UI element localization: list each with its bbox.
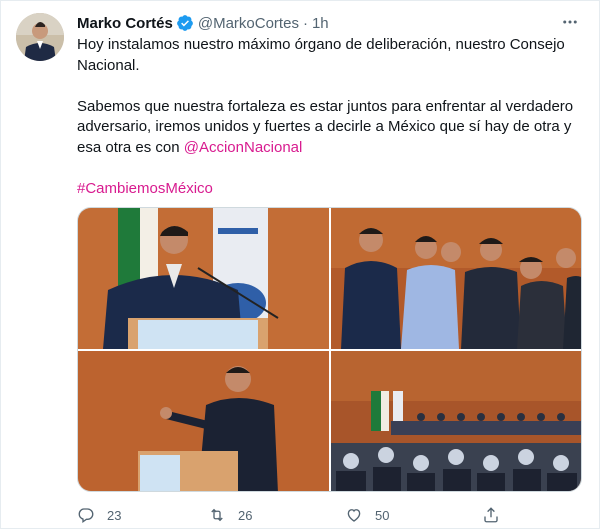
tweet-card[interactable]: Marko Cortés @MarkoCortes · 1h Hoy insta… [0, 0, 600, 529]
tweet-timestamp[interactable]: 1h [312, 15, 329, 32]
photo-4[interactable] [331, 351, 581, 491]
hashtag-link[interactable]: #CambiemosMéxico [77, 180, 213, 197]
more-options-button[interactable] [559, 11, 581, 33]
tweet-paragraph-1: Hoy instalamos nuestro máximo órgano de … [77, 36, 565, 74]
retweet-count: 26 [238, 507, 253, 523]
tweet-paragraph-3: #CambiemosMéxico [77, 179, 577, 200]
like-button[interactable]: 50 [345, 504, 389, 526]
mention-link[interactable]: @AccionNacional [184, 139, 303, 156]
more-options-icon [563, 20, 577, 24]
share-button[interactable] [482, 504, 500, 526]
retweet-icon [211, 508, 223, 522]
photo-2[interactable] [331, 208, 581, 349]
tweet-paragraph-2: Sabemos que nuestra fortaleza es estar j… [77, 97, 577, 159]
retweet-button[interactable]: 26 [208, 504, 252, 526]
tweet-header: Marko Cortés @MarkoCortes · 1h [77, 13, 329, 33]
verified-badge-icon [176, 15, 193, 31]
photo-4-image [331, 351, 581, 491]
reply-count: 23 [107, 507, 122, 523]
photo-1[interactable] [78, 208, 329, 349]
media-grid [77, 207, 582, 492]
tweet-actions: 23 26 50 [77, 504, 517, 526]
reply-icon [78, 508, 94, 524]
avatar[interactable] [16, 13, 64, 61]
tweet-paragraph-2-text: Sabemos que nuestra fortaleza es estar j… [77, 97, 574, 156]
like-count: 50 [375, 507, 390, 523]
reply-button[interactable]: 23 [77, 504, 121, 526]
photo-3[interactable] [78, 351, 329, 491]
photo-1-image [78, 208, 329, 349]
share-icon [484, 507, 498, 523]
photo-3-image [78, 351, 329, 491]
author-name[interactable]: Marko Cortés [77, 15, 173, 32]
photo-2-image [331, 208, 581, 349]
author-handle[interactable]: @MarkoCortes [198, 15, 299, 32]
tweet-text: Hoy instalamos nuestro máximo órgano de … [77, 35, 577, 220]
separator: · [302, 14, 308, 32]
avatar-image [16, 13, 64, 61]
heart-icon [347, 509, 361, 522]
